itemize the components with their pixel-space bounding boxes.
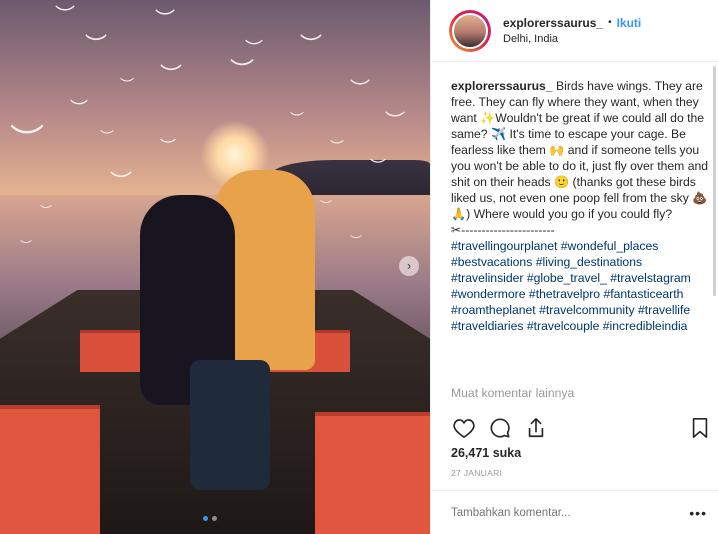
- comment-input[interactable]: [451, 506, 690, 519]
- bird: ︶: [350, 79, 370, 101]
- load-more-comments[interactable]: Muat komentar lainnya: [451, 386, 574, 400]
- bird: ︶: [70, 99, 88, 119]
- comment-icon[interactable]: [487, 415, 513, 441]
- post-date[interactable]: 27 JANUARI: [451, 468, 502, 478]
- hashtag-link[interactable]: #thetravelpro: [529, 287, 600, 301]
- caption-divider: ✂-----------------------: [451, 223, 555, 237]
- bird: ︶: [290, 111, 304, 127]
- separator-dot: •: [608, 16, 612, 28]
- hashtag-link[interactable]: #globe_travel_: [527, 271, 607, 285]
- bird: ︶: [230, 58, 254, 85]
- hashtag-link[interactable]: #wondermore: [451, 287, 526, 301]
- bird: ︶: [20, 239, 33, 253]
- bird: ︶: [160, 139, 177, 156]
- hashtag-link[interactable]: #bestvacations: [451, 255, 532, 269]
- caption-text: Birds have wings. They are free. They ca…: [451, 79, 709, 221]
- more-options-icon[interactable]: •••: [689, 505, 707, 521]
- bird: ︶: [245, 39, 263, 59]
- carousel-dots: [203, 516, 217, 521]
- avatar[interactable]: [452, 12, 488, 49]
- bird: ︶: [330, 139, 344, 155]
- bird: ︶: [160, 63, 183, 88]
- boat-bench-left: [0, 405, 100, 534]
- avatar-story-ring[interactable]: [449, 9, 491, 52]
- hashtag-link[interactable]: #incredibleindia: [603, 319, 688, 333]
- follow-button[interactable]: Ikuti: [617, 15, 642, 31]
- bird: ︶: [110, 170, 133, 195]
- hashtag-link[interactable]: #fantasticearth: [603, 287, 683, 301]
- location-link[interactable]: Delhi, India: [503, 31, 641, 47]
- hashtag-link[interactable]: #travelinsider: [451, 271, 523, 285]
- bookmark-icon[interactable]: [687, 415, 713, 441]
- bird: ︶: [40, 204, 53, 218]
- hashtag-link[interactable]: #travelcommunity: [539, 303, 635, 317]
- bird: ︶: [300, 33, 323, 58]
- post-photo[interactable]: ︶ ︶ ︶ ︶ ︶ ︶ ︶ ︶ ︶ ︶ ︶ ︶ ︶ ︶ ︶ ︶ ︶ ︶ ︶ ︶ …: [0, 0, 430, 534]
- comment-bar: •••: [431, 490, 718, 534]
- bird: ︶: [350, 234, 363, 248]
- hashtag-list: #travellingourplanet #wondeful_places #b…: [451, 238, 711, 334]
- carousel-dot: [212, 516, 217, 521]
- caption-scrollbar[interactable]: [713, 66, 716, 296]
- username-link[interactable]: explorerssaurus_: [503, 15, 603, 31]
- bird: ︶: [155, 9, 175, 31]
- hashtag-link[interactable]: #wondeful_places: [561, 239, 659, 253]
- likes-count[interactable]: 26,471 suka: [451, 446, 521, 460]
- hashtag-link[interactable]: #travellife: [638, 303, 690, 317]
- hashtag-link[interactable]: #traveldiaries: [451, 319, 523, 333]
- man-legs: [190, 360, 270, 490]
- bird: ︶: [370, 159, 387, 176]
- share-icon[interactable]: [523, 415, 549, 441]
- next-photo-button[interactable]: ›: [399, 256, 419, 276]
- heart-icon[interactable]: [451, 415, 477, 441]
- hashtag-link[interactable]: #roamtheplanet: [451, 303, 536, 317]
- hashtag-link[interactable]: #travellingourplanet: [451, 239, 557, 253]
- caption-username[interactable]: explorerssaurus_: [451, 79, 553, 93]
- caption: explorerssaurus_ Birds have wings. They …: [431, 62, 718, 402]
- bird: ︶: [385, 111, 405, 133]
- bird: ︶: [120, 77, 134, 93]
- post-sidebar: explorerssaurus_ • Ikuti Delhi, India ex…: [430, 0, 718, 534]
- post-header: explorerssaurus_ • Ikuti Delhi, India: [431, 0, 718, 62]
- action-bar: [451, 414, 713, 442]
- bird: ︶: [100, 129, 114, 145]
- bird: ︶: [10, 123, 44, 161]
- hashtag-link[interactable]: #travelcouple: [527, 319, 600, 333]
- carousel-dot: [203, 516, 208, 521]
- header-text: explorerssaurus_ • Ikuti Delhi, India: [503, 15, 641, 47]
- bird: ︶: [320, 199, 333, 213]
- bird: ︶: [55, 5, 75, 27]
- bird: ︶: [85, 33, 108, 58]
- hashtag-link[interactable]: #travelstagram: [610, 271, 691, 285]
- hashtag-link[interactable]: #living_destinations: [536, 255, 642, 269]
- boat-bench-right: [315, 412, 430, 534]
